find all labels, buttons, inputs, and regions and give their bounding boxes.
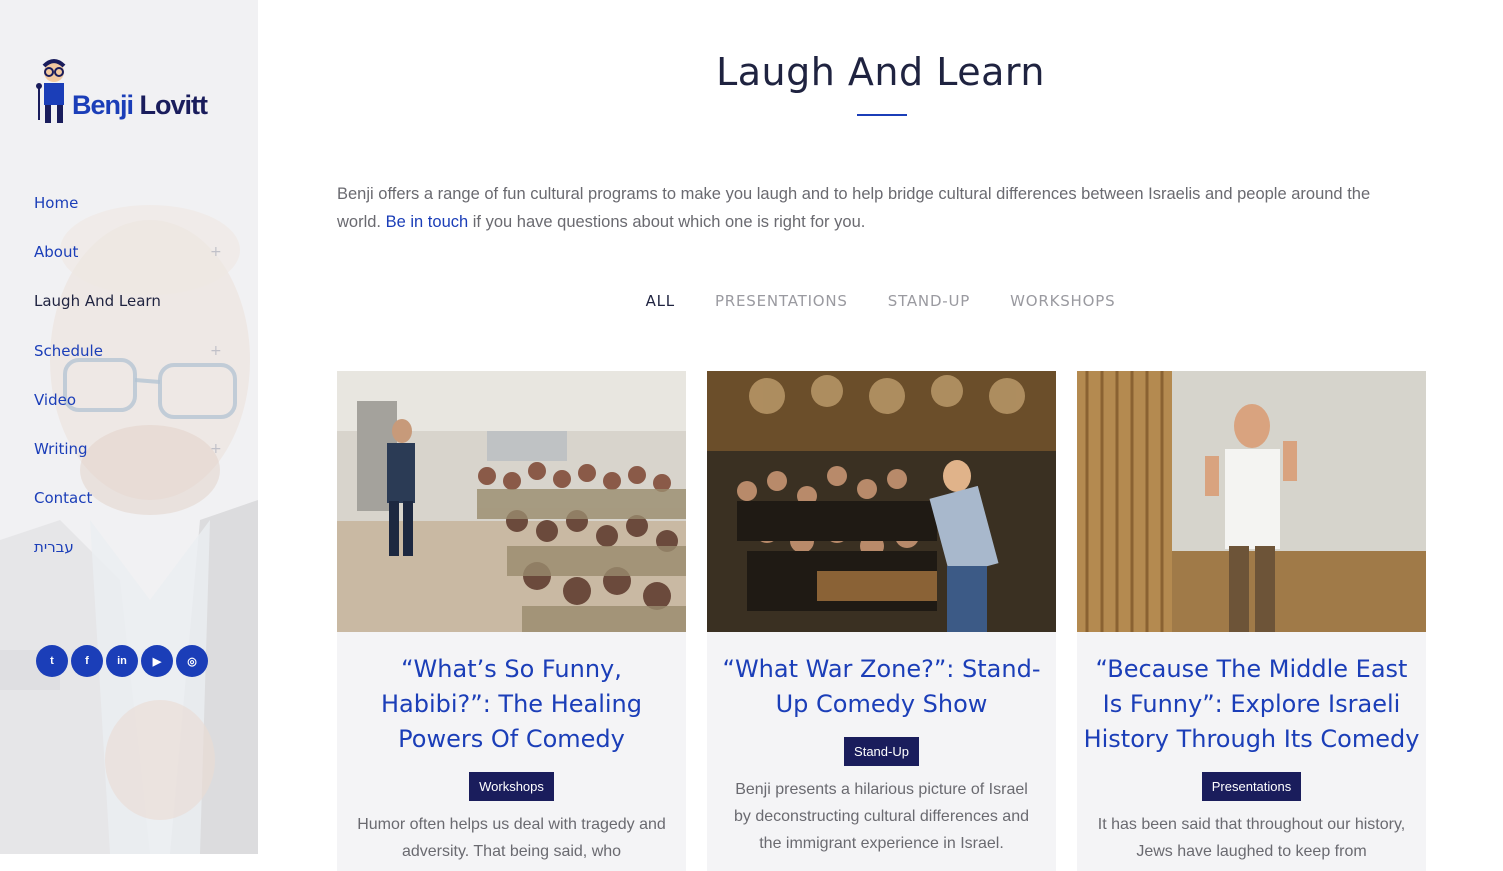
sidebar: Benji Lovitt Home About + Laugh And Learn Sc…: [0, 0, 258, 854]
social-links: t f in ▶ ◎: [36, 645, 208, 677]
nav-item-5[interactable]: Writing +: [34, 436, 224, 485]
nav-item-2[interactable]: Laugh And Learn: [34, 288, 224, 337]
nav-item-4[interactable]: Video: [34, 387, 224, 436]
linkedin-icon[interactable]: in: [106, 645, 138, 677]
program-card[interactable]: “What’s So Funny, Habibi?”: The Healing …: [337, 371, 686, 871]
program-card-image[interactable]: [707, 371, 1056, 632]
main-nav: Home About + Laugh And Learn Schedule + Video W…: [34, 190, 224, 584]
program-card[interactable]: “Because The Middle East Is Funny”: Expl…: [1077, 371, 1426, 871]
title-underline: [857, 114, 907, 116]
nav-item-label: Home: [34, 194, 79, 212]
be-in-touch-link[interactable]: Be in touch: [386, 213, 469, 231]
filter-all[interactable]: ALL: [646, 292, 675, 310]
program-cards: “What’s So Funny, Habibi?”: The Healing …: [337, 371, 1426, 871]
site-logo[interactable]: Benji Lovitt: [34, 58, 224, 128]
nav-item-label: Contact: [34, 489, 93, 508]
program-card-title[interactable]: “Because The Middle East Is Funny”: Expl…: [1077, 632, 1426, 757]
filter-presentations[interactable]: PRESENTATIONS: [715, 292, 848, 310]
nav-item-label: Laugh And Learn: [34, 292, 161, 311]
facebook-icon[interactable]: f: [71, 645, 103, 677]
nav-item-label: Schedule: [34, 341, 103, 360]
nav-item-0[interactable]: Home: [34, 190, 224, 239]
nav-item-label: About: [34, 243, 79, 262]
nav-item-6[interactable]: Contact: [34, 485, 224, 534]
program-card-image[interactable]: [1077, 371, 1426, 632]
mascot-icon: [36, 59, 66, 123]
nav-item-label: Video: [34, 390, 77, 409]
nav-item-3[interactable]: Schedule +: [34, 338, 224, 387]
nav-item-label: עברית: [34, 538, 74, 557]
filter-stand-up[interactable]: STAND-UP: [888, 292, 970, 310]
expand-plus-icon[interactable]: +: [210, 442, 222, 456]
main-content: Laugh And Learn Benji offers a range of …: [258, 0, 1503, 871]
program-card-description: It has been said that throughout our his…: [1097, 816, 1406, 860]
program-card-title[interactable]: “What War Zone?”: Stand-Up Comedy Show: [707, 632, 1056, 722]
twitter-icon[interactable]: t: [36, 645, 68, 677]
program-card-title[interactable]: “What’s So Funny, Habibi?”: The Healing …: [337, 632, 686, 757]
expand-plus-icon[interactable]: +: [210, 344, 222, 358]
expand-plus-icon[interactable]: +: [210, 245, 222, 259]
nav-item-1[interactable]: About +: [34, 239, 224, 288]
program-card-image[interactable]: [337, 371, 686, 632]
program-card[interactable]: “What War Zone?”: Stand-Up Comedy Show St…: [707, 371, 1056, 871]
program-card-description: Humor often helps us deal with tragedy a…: [357, 816, 666, 860]
youtube-icon[interactable]: ▶: [141, 645, 173, 677]
logo-text: Benji Lovitt: [72, 90, 208, 120]
category-badge[interactable]: Presentations: [1201, 772, 1302, 801]
program-card-description: Benji presents a hilarious picture of Is…: [734, 781, 1029, 852]
category-badge[interactable]: Stand-Up: [844, 737, 919, 766]
intro-paragraph: Benji offers a range of fun cultural pro…: [337, 180, 1417, 236]
filter-workshops[interactable]: WORKSHOPS: [1010, 292, 1115, 310]
intro-text-end: if you have questions about which one is…: [468, 213, 866, 231]
portfolio-filters: ALL PRESENTATIONS STAND-UP WORKSHOPS: [258, 292, 1503, 310]
instagram-icon[interactable]: ◎: [176, 645, 208, 677]
category-badge[interactable]: Workshops: [469, 772, 554, 801]
nav-item-7[interactable]: עברית: [34, 534, 224, 583]
page-title: Laugh And Learn: [716, 50, 1045, 94]
nav-item-label: Writing: [34, 439, 88, 458]
